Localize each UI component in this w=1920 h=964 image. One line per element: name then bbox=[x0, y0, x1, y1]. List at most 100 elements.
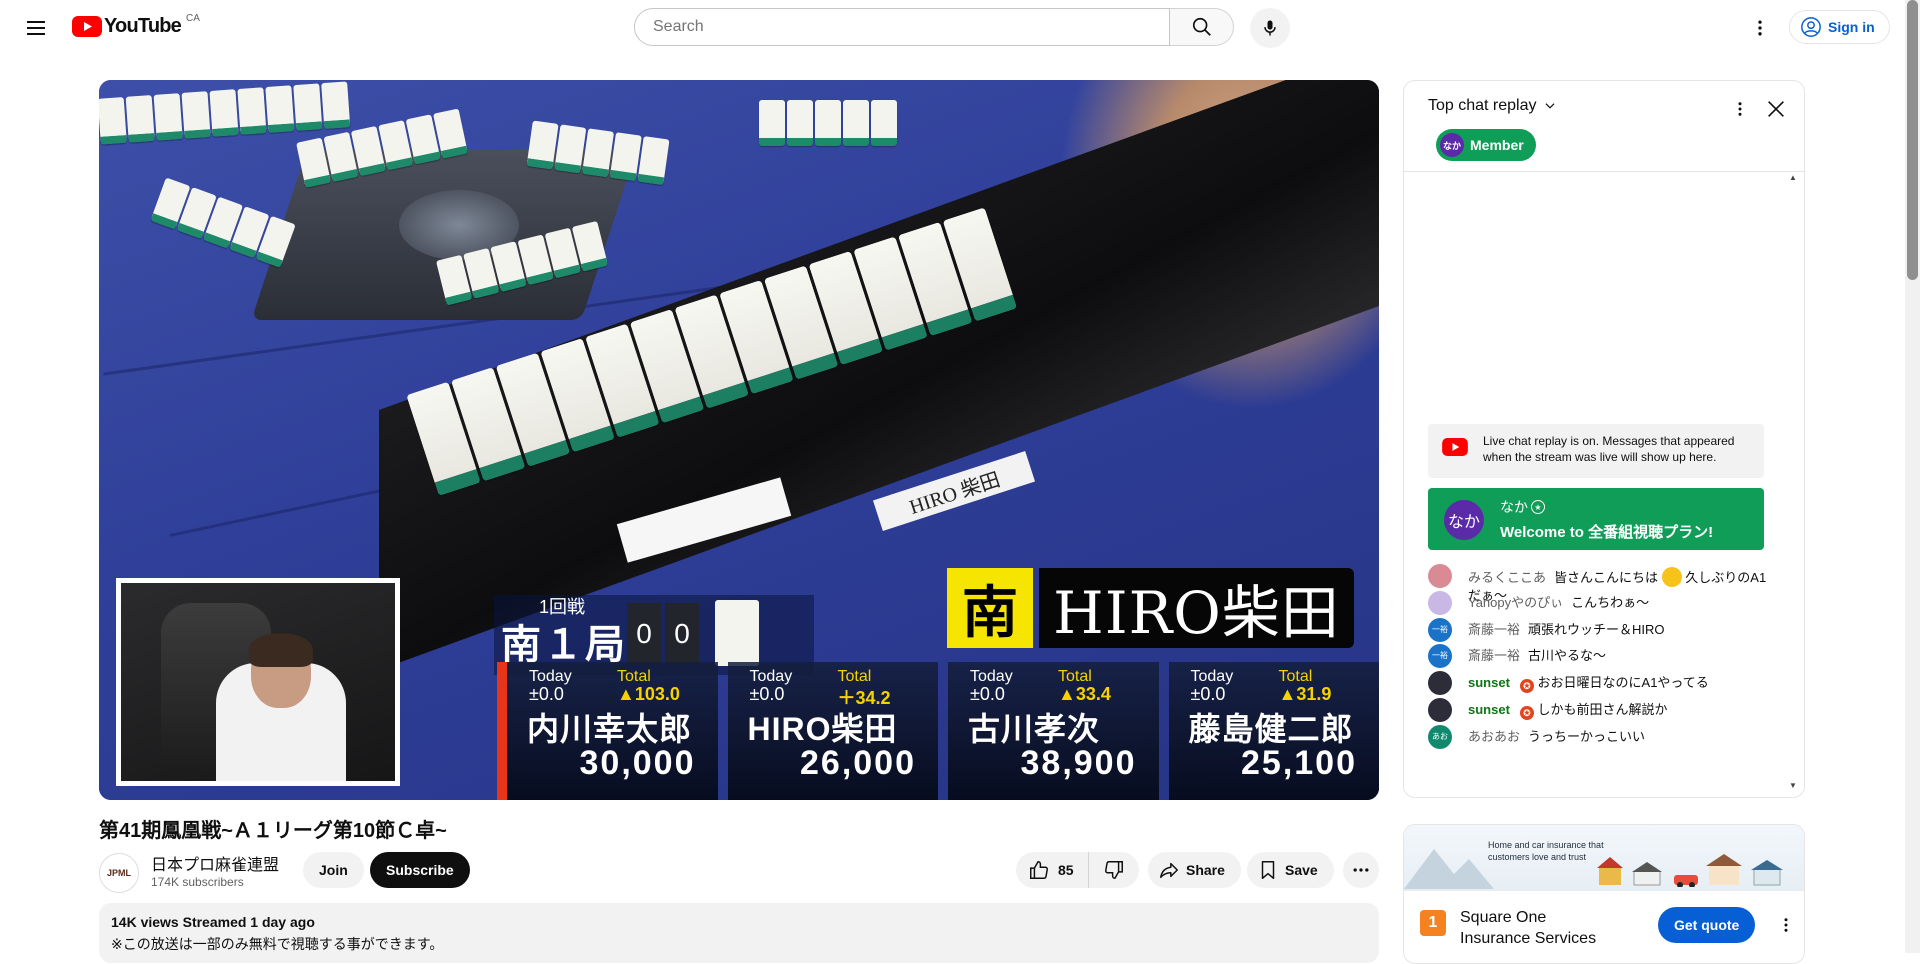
chat-author-name: Yanopyやのぴぃ bbox=[1468, 595, 1564, 610]
live-chat-panel: Top chat replay なか Member ▲ Live chat re… bbox=[1403, 80, 1805, 798]
member-badge-icon: ✪ bbox=[1519, 679, 1534, 693]
youtube-icon bbox=[1442, 438, 1468, 456]
view-count-meta: 14K views Streamed 1 day ago bbox=[111, 914, 315, 930]
masthead: YouTube CA Sign in bbox=[0, 0, 1904, 56]
houses-illustration bbox=[1597, 854, 1783, 887]
player-points: 38,900 bbox=[1020, 744, 1137, 782]
current-player-name: HIRO柴田 bbox=[1039, 568, 1354, 648]
chat-author-name: 斎藤一裕 bbox=[1468, 648, 1521, 663]
chat-mode-dropdown[interactable]: Top chat replay bbox=[1428, 97, 1557, 115]
sponsored-ad-card[interactable]: Home and car insurance that customers lo… bbox=[1403, 824, 1805, 964]
score-cell: Today ±0.0 Total ▲31.9 藤島健二郎 25,100 bbox=[1168, 662, 1379, 800]
riichi-stick-counter: 0 bbox=[665, 603, 699, 665]
chat-message-text: おお日曜日なのにA1やってる bbox=[1537, 675, 1709, 690]
member-chip[interactable]: なか Member bbox=[1436, 129, 1536, 161]
chat-message-text: こんちわぁ～ bbox=[1571, 595, 1650, 610]
total-value: ▲31.9 bbox=[1278, 684, 1332, 704]
chat-author-avatar: 一裕 bbox=[1428, 644, 1452, 668]
voice-search-button[interactable] bbox=[1250, 8, 1290, 48]
search-input[interactable] bbox=[651, 17, 1153, 37]
member-chip-label: Member bbox=[1470, 137, 1524, 153]
signin-button[interactable]: Sign in bbox=[1789, 10, 1890, 44]
chat-message-text: 頑張れウッチー＆HIRO bbox=[1528, 622, 1665, 637]
get-quote-button[interactable]: Get quote bbox=[1658, 907, 1756, 943]
today-value: ±0.0 bbox=[970, 684, 1005, 704]
welcome-avatar: なか bbox=[1444, 500, 1484, 540]
share-icon bbox=[1160, 862, 1178, 879]
description-text: ※この放送は一部のみ無料で視聴する事ができます。 bbox=[111, 936, 444, 952]
seat-wind-badge: 南 bbox=[947, 568, 1033, 648]
chat-author-name: sunset bbox=[1468, 702, 1510, 717]
logo-wordmark: YouTube bbox=[104, 15, 182, 37]
today-value: ±0.0 bbox=[529, 684, 564, 704]
close-icon bbox=[1768, 101, 1784, 117]
chat-message-body: Yanopyやのぴぃ こんちわぁ～ bbox=[1468, 594, 1768, 612]
chat-close-button[interactable] bbox=[1760, 93, 1792, 125]
member-badge-icon: ✪ bbox=[1519, 706, 1534, 720]
signin-label: Sign in bbox=[1828, 19, 1875, 35]
like-button[interactable]: 85 bbox=[1016, 852, 1089, 888]
chevron-down-icon bbox=[1545, 103, 1555, 109]
player-camera-inset bbox=[116, 578, 400, 786]
dislike-button[interactable] bbox=[1089, 852, 1139, 888]
score-cell: Today ±0.0 Total ▲33.4 古川孝次 38,900 bbox=[948, 662, 1159, 800]
welcome-author-name: なか bbox=[1500, 499, 1528, 515]
subscriber-count: 174K subscribers bbox=[151, 875, 244, 889]
share-button[interactable]: Share bbox=[1148, 852, 1241, 888]
chat-mode-label: Top chat replay bbox=[1428, 97, 1537, 114]
country-code: CA bbox=[185, 13, 200, 24]
chat-message-text: しかも前田さん解説か bbox=[1537, 702, 1668, 717]
member-badge-icon: ★ bbox=[1531, 500, 1545, 514]
bookmark-icon bbox=[1261, 861, 1275, 879]
share-label: Share bbox=[1186, 862, 1225, 878]
chat-message-text: 古川やるな～ bbox=[1528, 648, 1607, 663]
save-button[interactable]: Save bbox=[1247, 852, 1334, 888]
ad-more-button[interactable] bbox=[1774, 911, 1798, 939]
chat-author-avatar: 一裕 bbox=[1428, 618, 1452, 642]
more-vert-icon bbox=[1738, 102, 1742, 116]
smile-emoji-icon bbox=[1661, 567, 1682, 587]
chat-author-avatar bbox=[1428, 698, 1452, 722]
chat-menu-button[interactable] bbox=[1724, 93, 1756, 125]
chat-replay-notice: Live chat replay is on. Messages that ap… bbox=[1428, 424, 1764, 478]
player-points: 30,000 bbox=[579, 744, 696, 782]
advertiser-logo: 1 bbox=[1420, 910, 1446, 936]
chat-message-text: 皆さんこんにちは bbox=[1554, 570, 1659, 585]
dora-indicator-tile bbox=[715, 600, 759, 666]
chat-scroll-down-arrow[interactable]: ▼ bbox=[1789, 781, 1797, 790]
search-button[interactable] bbox=[1170, 8, 1234, 46]
menu-icon[interactable] bbox=[20, 12, 52, 44]
owner-row: JPML 日本プロ麻雀連盟 174K subscribers Join Subs… bbox=[99, 851, 1379, 893]
video-player[interactable]: HIRO 柴田 1回戦 南１局 0 0 南 HIRO柴田 Today ±0.0 To… bbox=[99, 80, 1379, 800]
page-scrollbar[interactable] bbox=[1905, 0, 1920, 953]
more-actions-button[interactable] bbox=[1343, 852, 1379, 888]
chat-author-name: みるくここあ bbox=[1468, 570, 1547, 585]
advertiser-name[interactable]: Square One Insurance Services bbox=[1460, 907, 1600, 949]
join-button[interactable]: Join bbox=[303, 852, 364, 888]
search-box[interactable] bbox=[634, 8, 1170, 46]
score-cell: Today ±0.0 Total ▲103.0 内川幸太郎 30,000 bbox=[497, 662, 718, 800]
description-box[interactable]: 14K views Streamed 1 day ago ※この放送は一部のみ無… bbox=[99, 903, 1379, 963]
more-vert-icon bbox=[1784, 918, 1788, 932]
chat-message-body: あおあお うっちーかっこいい bbox=[1468, 728, 1768, 746]
save-label: Save bbox=[1285, 862, 1318, 878]
search-icon bbox=[1192, 17, 1211, 36]
ad-banner-image[interactable]: Home and car insurance that customers lo… bbox=[1404, 825, 1804, 891]
membership-welcome-card: なか なか ★ Welcome to 全番組視聴プラン! bbox=[1428, 488, 1764, 550]
chat-message-body: 斎藤一裕 頑張れウッチー＆HIRO bbox=[1468, 621, 1768, 639]
chat-author-name: sunset bbox=[1468, 675, 1510, 690]
more-vert-icon bbox=[1758, 20, 1762, 36]
chat-scroll-up-arrow[interactable]: ▲ bbox=[1789, 173, 1797, 182]
settings-menu-button[interactable] bbox=[1744, 12, 1776, 44]
channel-avatar[interactable]: JPML bbox=[99, 853, 139, 893]
like-dislike-group: 85 bbox=[1016, 852, 1139, 888]
chat-message-body: sunset ✪ しかも前田さん解説か bbox=[1468, 701, 1768, 720]
youtube-logo[interactable]: YouTube CA bbox=[72, 13, 200, 38]
welcome-message: Welcome to 全番組視聴プラン! bbox=[1500, 524, 1714, 541]
channel-name[interactable]: 日本プロ麻雀連盟 bbox=[151, 851, 279, 875]
subscribe-button[interactable]: Subscribe bbox=[370, 852, 470, 888]
chat-header: Top chat replay なか Member bbox=[1404, 81, 1804, 172]
chat-message-body: sunset ✪ おお日曜日なのにA1やってる bbox=[1468, 674, 1768, 693]
page-scrollbar-thumb[interactable] bbox=[1907, 0, 1918, 280]
thumb-up-icon bbox=[1030, 861, 1049, 879]
